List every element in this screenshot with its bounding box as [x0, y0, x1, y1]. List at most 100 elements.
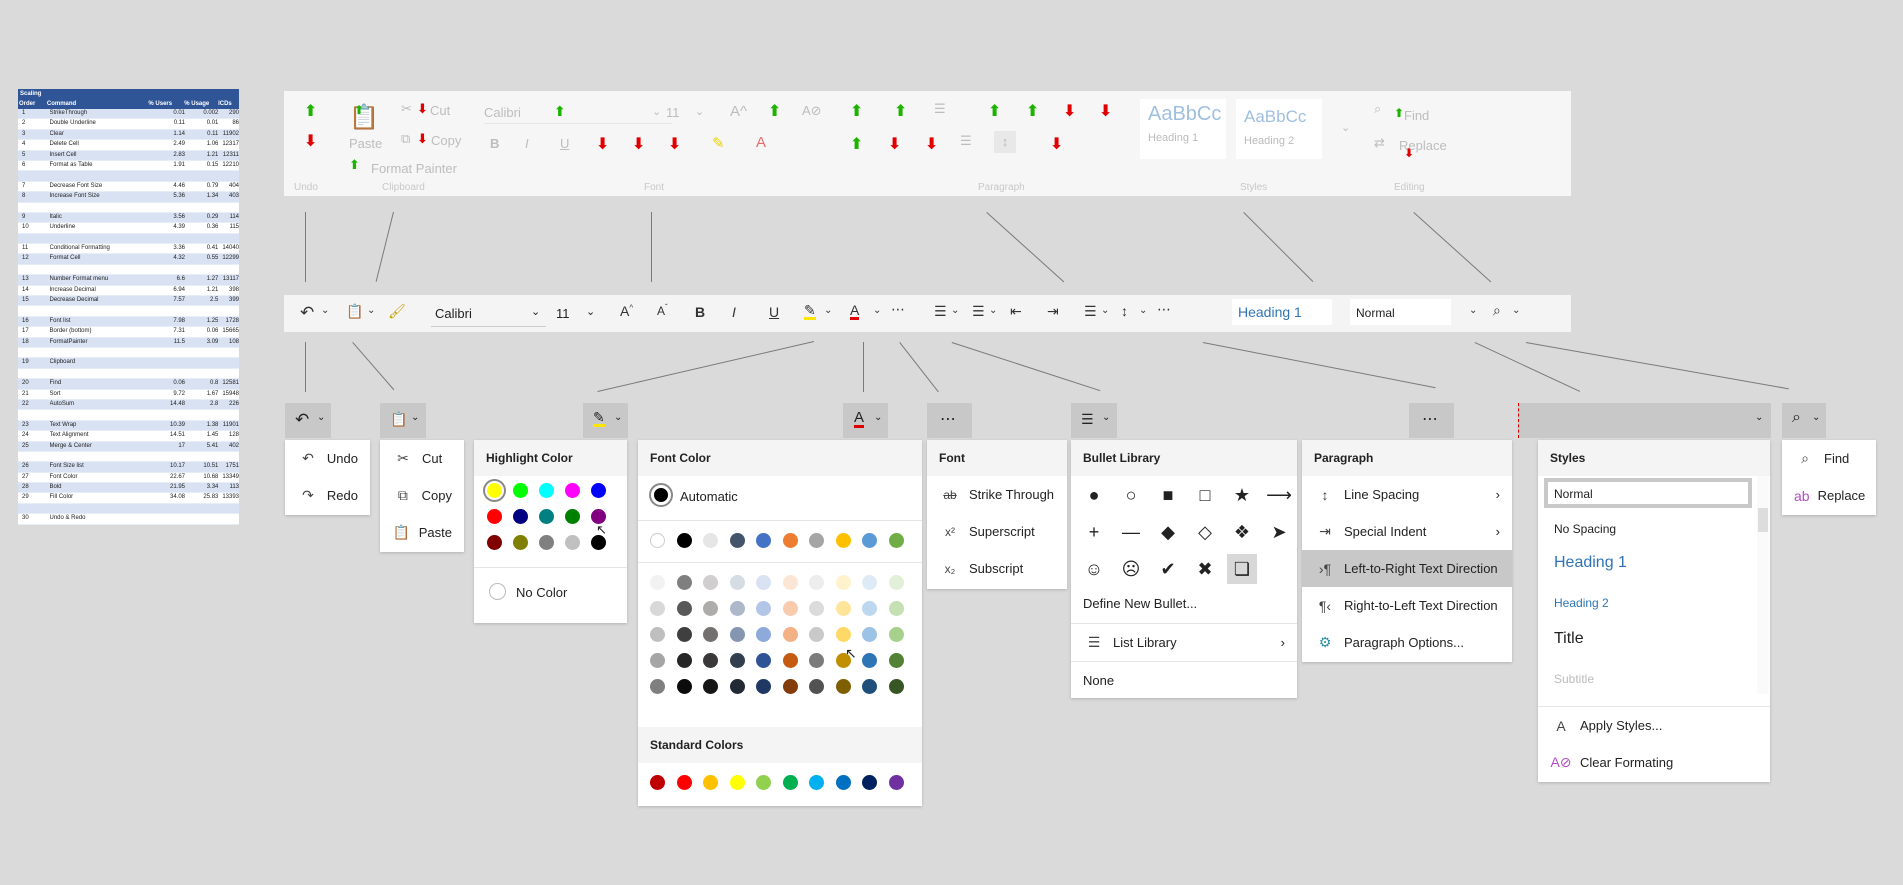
italic-icon[interactable]: I: [732, 304, 736, 320]
col-header-command[interactable]: Command: [47, 99, 149, 109]
cell-users[interactable]: 10.17: [150, 462, 185, 471]
cell-usage[interactable]: 10.68: [185, 473, 218, 482]
paste-menu-item[interactable]: 📋 Paste: [380, 514, 464, 551]
cell-usage[interactable]: [185, 452, 218, 461]
cell-command[interactable]: FormatPainter: [50, 338, 150, 347]
apply-styles-item[interactable]: A Apply Styles...: [1538, 707, 1770, 744]
chevron-down-icon[interactable]: ⌄: [1512, 305, 1520, 316]
theme-color-swatch[interactable]: [650, 533, 665, 548]
theme-color-swatch[interactable]: [703, 533, 718, 548]
paste-icon[interactable]: 📋: [346, 303, 363, 320]
theme-shade-swatch[interactable]: [809, 575, 824, 590]
theme-shade-swatch[interactable]: [676, 679, 692, 694]
cell-usage[interactable]: [185, 234, 218, 243]
strikethrough-icon[interactable]: ⬇: [596, 134, 609, 154]
cell-command[interactable]: Decrease Decimal: [50, 296, 150, 305]
col-header-icds[interactable]: ICDs: [218, 99, 239, 109]
cell-order[interactable]: [18, 348, 50, 357]
cell-usage[interactable]: [185, 171, 218, 180]
cell-users[interactable]: [150, 348, 185, 357]
theme-shade-swatch[interactable]: [888, 627, 904, 642]
highlight-icon[interactable]: ✎: [712, 134, 725, 152]
theme-shade-swatch[interactable]: [782, 601, 798, 616]
cell-command[interactable]: Double Underline: [50, 119, 150, 128]
cell-icds[interactable]: 399: [218, 296, 239, 305]
cell-order[interactable]: 26: [18, 462, 50, 471]
cell-usage[interactable]: 0.11: [185, 130, 218, 139]
style-gallery-heading2[interactable]: AaBbCc Heading 2: [1236, 99, 1322, 159]
bold-icon[interactable]: B: [490, 136, 499, 151]
cell-command[interactable]: Find: [50, 379, 150, 388]
theme-shade-swatch[interactable]: [756, 601, 771, 616]
font-size-value[interactable]: 11: [666, 105, 680, 120]
line-spacing-icon[interactable]: ↕: [1121, 303, 1128, 319]
cell-order[interactable]: 29: [18, 493, 50, 502]
theme-shade-swatch[interactable]: [862, 653, 877, 668]
styles-dropdown-icon[interactable]: ⌄: [1469, 305, 1477, 316]
highlight-swatch[interactable]: [565, 483, 580, 498]
cell-command[interactable]: Border (bottom): [50, 327, 150, 336]
theme-shade-swatch[interactable]: [650, 601, 665, 616]
cell-order[interactable]: 16: [18, 317, 50, 326]
theme-shade-swatch[interactable]: [888, 575, 904, 590]
cell-icds[interactable]: [218, 203, 239, 212]
theme-shade-swatch[interactable]: [862, 575, 877, 590]
cell-users[interactable]: 34.08: [150, 493, 185, 502]
cell-users[interactable]: 10.39: [150, 421, 185, 430]
cell-icds[interactable]: 86: [218, 119, 239, 128]
col-header-order[interactable]: Order: [18, 99, 47, 109]
cell-order[interactable]: 25: [18, 442, 50, 451]
underline-icon[interactable]: U: [560, 136, 569, 151]
theme-shade-swatch[interactable]: [809, 653, 824, 668]
cut-label[interactable]: Cut: [430, 103, 450, 118]
theme-shade-swatch[interactable]: [650, 679, 665, 694]
cell-icds[interactable]: 11902: [218, 130, 239, 139]
cell-usage[interactable]: 1.21: [185, 151, 219, 160]
copy-menu-item[interactable]: ⧉ Copy: [380, 477, 464, 514]
cell-icds[interactable]: [218, 348, 239, 357]
cell-icds[interactable]: 114: [218, 213, 239, 222]
cell-icds[interactable]: 404: [218, 182, 239, 191]
cell-order[interactable]: 9: [18, 213, 50, 222]
more-paragraph-options-icon[interactable]: ⋯: [1157, 301, 1171, 318]
cell-icds[interactable]: 108: [218, 338, 239, 347]
define-new-bullet-item[interactable]: Define New Bullet...: [1071, 585, 1295, 622]
cell-icds[interactable]: 1751: [218, 462, 239, 471]
strikethrough-menu-item[interactable]: ab Strike Through: [927, 476, 1067, 513]
bullet-symbol[interactable]: ❖: [1227, 517, 1257, 547]
cell-command[interactable]: Undo & Redo: [50, 514, 150, 523]
cell-icds[interactable]: 13393: [218, 493, 239, 502]
subscript-icon[interactable]: ⬇: [632, 134, 645, 154]
cell-command[interactable]: Clear: [50, 130, 150, 139]
show-marks-icon[interactable]: ⬇: [1099, 101, 1112, 121]
cell-usage[interactable]: 0.01: [185, 119, 219, 128]
cell-command[interactable]: Format Cell: [50, 254, 150, 263]
cell-users[interactable]: [150, 452, 185, 461]
bullets-split-button[interactable]: ☰ ⌄: [1071, 403, 1117, 438]
cell-users[interactable]: 17: [150, 442, 185, 451]
cell-usage[interactable]: 5.41: [185, 442, 219, 451]
find-icon[interactable]: ⌕: [1493, 302, 1501, 319]
cell-command[interactable]: Format as Table: [50, 161, 150, 170]
cell-command[interactable]: Insert Cell: [50, 151, 150, 160]
cell-icds[interactable]: 13349: [218, 473, 239, 482]
bullet-symbol[interactable]: ◆: [1153, 517, 1183, 547]
standard-color-swatch[interactable]: [676, 775, 692, 790]
theme-shade-swatch[interactable]: [650, 627, 665, 642]
cell-users[interactable]: [150, 410, 185, 419]
bullet-symbol[interactable]: —: [1116, 517, 1146, 547]
highlight-swatch[interactable]: [539, 483, 554, 498]
theme-color-swatch[interactable]: [888, 533, 904, 548]
cell-usage[interactable]: 1.67: [185, 390, 219, 399]
cell-icds[interactable]: [218, 514, 239, 523]
cell-usage[interactable]: 3.09: [185, 338, 219, 347]
replace-menu-item[interactable]: ab Replace: [1782, 477, 1876, 514]
cell-order[interactable]: [18, 410, 50, 419]
cell-command[interactable]: StrikeThrough: [50, 109, 150, 118]
cell-users[interactable]: 0.06: [150, 379, 185, 388]
cell-usage[interactable]: [185, 265, 218, 274]
theme-shade-swatch[interactable]: [835, 601, 851, 616]
multilevel-list-icon[interactable]: ☰: [934, 101, 946, 117]
standard-color-swatch[interactable]: [809, 775, 824, 790]
align-center-icon[interactable]: ⬇: [888, 134, 901, 154]
